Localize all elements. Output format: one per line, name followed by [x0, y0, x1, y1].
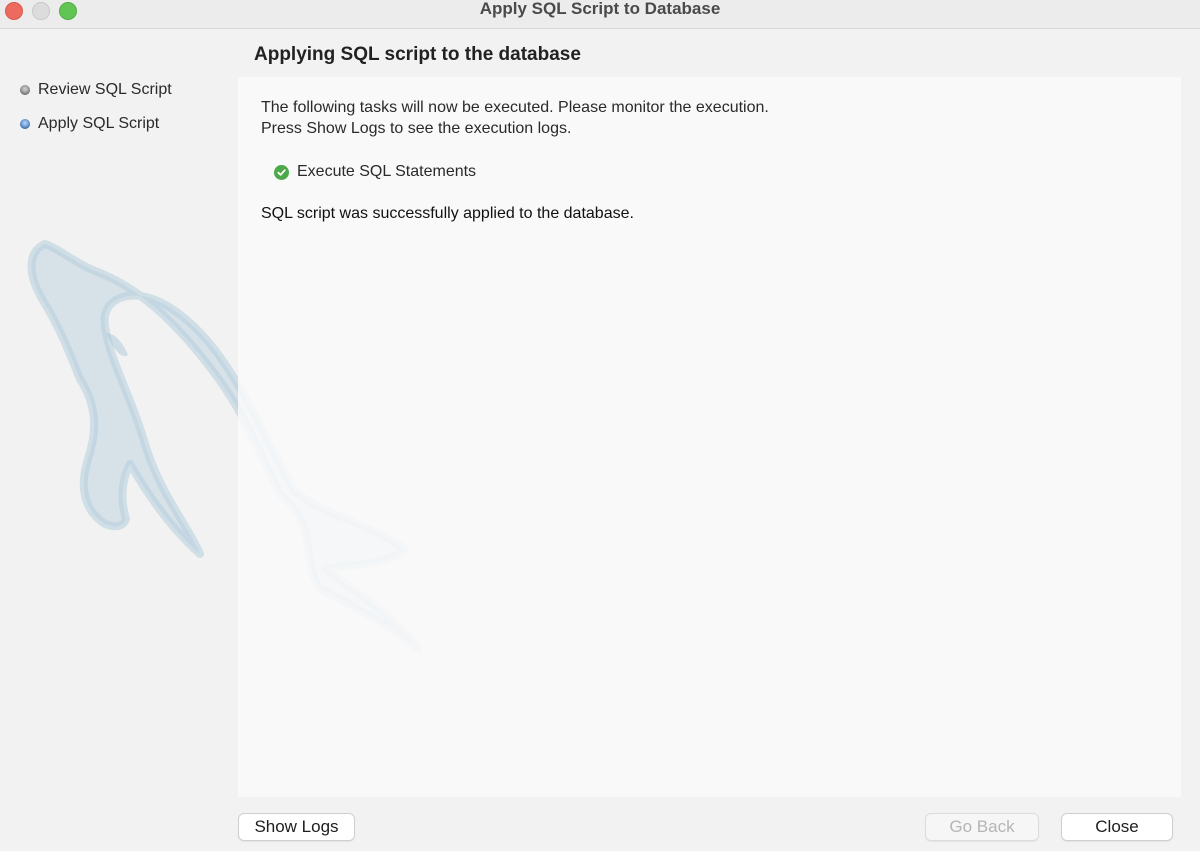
step-apply-sql-script: Apply SQL Script: [20, 113, 159, 135]
check-circle-icon: [274, 164, 289, 180]
result-message: SQL script was successfully applied to t…: [261, 205, 634, 222]
step-done-indicator-icon: [20, 85, 30, 95]
close-button[interactable]: Close: [1061, 813, 1173, 841]
window-title: Apply SQL Script to Database: [479, 0, 721, 18]
title-bar: Apply SQL Script to Database: [0, 0, 1200, 29]
task-execute-sql-statements: Execute SQL Statements: [274, 161, 476, 183]
step-review-sql-script: Review SQL Script: [20, 79, 172, 101]
wizard-steps-sidebar: Review SQL Script Apply SQL Script: [0, 29, 238, 851]
show-logs-button[interactable]: Show Logs: [238, 813, 355, 841]
intro-line: The following tasks will now be executed…: [261, 99, 769, 116]
task-label: Execute SQL Statements: [297, 163, 477, 180]
intro-text: The following tasks will now be executed…: [261, 97, 769, 139]
intro-line: Press Show Logs to see the execution log…: [261, 120, 572, 137]
execution-panel: The following tasks will now be executed…: [238, 77, 1181, 797]
step-label: Apply SQL Script: [38, 115, 160, 132]
go-back-button[interactable]: Go Back: [925, 813, 1039, 841]
wizard-body: Review SQL Script Apply SQL Script Apply…: [0, 29, 1200, 851]
step-label: Review SQL Script: [38, 81, 172, 98]
page-title: Applying SQL script to the database: [254, 44, 581, 65]
step-current-indicator-icon: [20, 119, 30, 129]
